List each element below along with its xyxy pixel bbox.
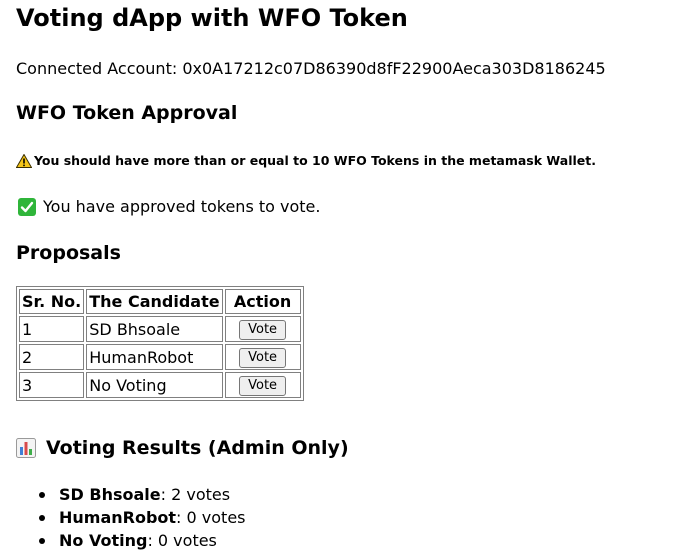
page-title: Voting dApp with WFO Token bbox=[16, 4, 408, 32]
result-candidate-name: HumanRobot bbox=[59, 508, 177, 527]
candidate-cell: SD Bhsoale bbox=[86, 316, 223, 342]
list-item: HumanRobot: 0 votes bbox=[39, 506, 246, 529]
column-header-candidate: The Candidate bbox=[86, 289, 223, 314]
result-candidate-name: No Voting bbox=[59, 531, 148, 550]
result-vote-count: : 0 votes bbox=[147, 531, 217, 550]
candidate-cell: No Voting bbox=[86, 372, 223, 398]
approval-status-text: You have approved tokens to vote. bbox=[43, 197, 321, 216]
warning-icon bbox=[15, 152, 33, 168]
results-heading: Voting Results (Admin Only) bbox=[16, 437, 349, 459]
table-row: 2 HumanRobot Vote bbox=[19, 344, 301, 370]
account-label: Connected Account: bbox=[16, 59, 183, 78]
column-header-action: Action bbox=[224, 289, 301, 314]
sr-no-cell: 3 bbox=[19, 372, 85, 398]
proposals-table: Sr. No. The Candidate Action 1 SD Bhsoal… bbox=[16, 286, 304, 401]
table-header-row: Sr. No. The Candidate Action bbox=[19, 289, 301, 314]
column-header-sr-no: Sr. No. bbox=[19, 289, 85, 314]
approval-status: You have approved tokens to vote. bbox=[18, 197, 320, 216]
bar-chart-icon bbox=[16, 438, 36, 458]
result-vote-count: : 0 votes bbox=[176, 508, 246, 527]
action-cell: Vote bbox=[224, 372, 301, 398]
action-cell: Vote bbox=[224, 344, 301, 370]
table-row: 1 SD Bhsoale Vote bbox=[19, 316, 301, 342]
table-row: 3 No Voting Vote bbox=[19, 372, 301, 398]
proposals-heading: Proposals bbox=[16, 242, 121, 264]
result-vote-count: : 2 votes bbox=[160, 485, 231, 504]
results-list: SD Bhsoale: 2 votes HumanRobot: 0 votes … bbox=[16, 483, 246, 552]
connected-account: Connected Account: 0x0A17212c07D86390d8f… bbox=[16, 59, 606, 78]
list-item: SD Bhsoale: 2 votes bbox=[39, 483, 246, 506]
approval-heading: WFO Token Approval bbox=[16, 102, 238, 124]
vote-button[interactable]: Vote bbox=[239, 320, 287, 340]
vote-button[interactable]: Vote bbox=[239, 348, 287, 368]
check-icon bbox=[18, 197, 36, 216]
list-item: No Voting: 0 votes bbox=[39, 529, 246, 552]
candidate-cell: HumanRobot bbox=[86, 344, 223, 370]
sr-no-cell: 1 bbox=[19, 316, 85, 342]
results-heading-text: Voting Results (Admin Only) bbox=[46, 437, 349, 459]
result-candidate-name: SD Bhsoale bbox=[59, 485, 161, 504]
sr-no-cell: 2 bbox=[19, 344, 85, 370]
warning-text: You should have more than or equal to 10… bbox=[34, 153, 596, 168]
vote-button[interactable]: Vote bbox=[239, 376, 287, 396]
account-address: 0x0A17212c07D86390d8fF22900Aeca303D81862… bbox=[182, 59, 606, 78]
token-warning: You should have more than or equal to 10… bbox=[15, 152, 596, 168]
action-cell: Vote bbox=[224, 316, 301, 342]
